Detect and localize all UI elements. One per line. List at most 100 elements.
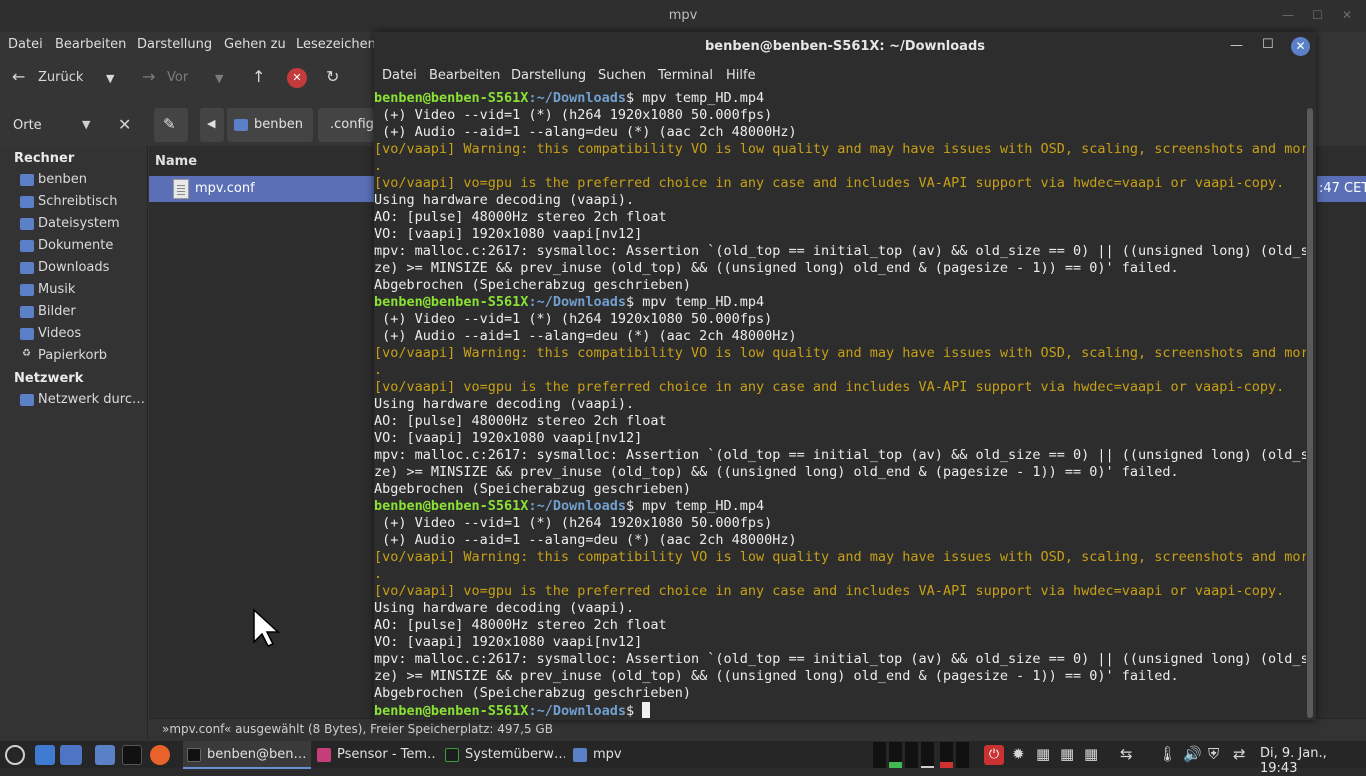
fm-menu-bearbeiten[interactable]: Bearbeiten bbox=[55, 37, 126, 52]
term-menu-suchen[interactable]: Suchen bbox=[598, 68, 646, 83]
system-monitor-icon bbox=[445, 748, 459, 762]
term-menu-terminal[interactable]: Terminal bbox=[658, 68, 713, 83]
back-arrow-icon[interactable]: ← bbox=[12, 67, 25, 86]
shield-icon[interactable]: ⛨ bbox=[1208, 745, 1219, 763]
maximize-icon[interactable]: ☐ bbox=[1262, 37, 1274, 52]
screenshot-icon[interactable] bbox=[35, 745, 55, 765]
forward-history-dropdown-icon[interactable]: ▼ bbox=[215, 72, 223, 85]
terminal-scrollbar[interactable] bbox=[1307, 108, 1313, 718]
sidebar-item-papierkorb[interactable]: ♻ Papierkorb bbox=[20, 346, 146, 366]
show-desktop-icon[interactable] bbox=[60, 745, 82, 765]
close-sidebar-icon[interactable]: ✕ bbox=[118, 115, 131, 134]
sidebar-header-network: Netzwerk bbox=[14, 371, 84, 386]
terminal-output-line: Using hardware decoding (vaapi). bbox=[374, 396, 635, 412]
sidebar-item-schreibtisch[interactable]: Schreibtisch bbox=[20, 192, 146, 212]
display-switch-icon[interactable]: ⇆ bbox=[1120, 745, 1133, 763]
terminal-output-line: AO: [pulse] 48000Hz stereo 2ch float bbox=[374, 209, 667, 225]
workspace-3[interactable] bbox=[905, 742, 918, 768]
sidebar-item-network-browse[interactable]: Netzwerk durc… bbox=[20, 390, 146, 410]
home-folder-icon bbox=[234, 119, 248, 131]
fm-menu-gehen-zu[interactable]: Gehen zu bbox=[224, 37, 286, 52]
volume-icon[interactable]: 🔊 bbox=[1183, 745, 1202, 763]
term-menu-bearbeiten[interactable]: Bearbeiten bbox=[429, 68, 500, 83]
sidebar-item-label: Dateisystem bbox=[38, 216, 120, 231]
terminal-output-line: (+) Video --vid=1 (*) (h264 1920x1080 50… bbox=[374, 107, 773, 123]
desktop-folder-icon bbox=[20, 196, 34, 208]
fm-menu-darstellung[interactable]: Darstellung bbox=[137, 37, 212, 52]
terminal-output[interactable]: benben@benben-S561X:~/Downloads$ mpv tem… bbox=[374, 88, 1306, 720]
cpu-monitor-icon[interactable]: ▦ bbox=[1036, 745, 1050, 763]
reload-icon[interactable]: ↻ bbox=[326, 67, 339, 86]
terminal-output-line: Using hardware decoding (vaapi). bbox=[374, 600, 635, 616]
task-system-monitor[interactable]: Systemüberw… bbox=[441, 741, 567, 769]
term-menu-datei[interactable]: Datei bbox=[382, 68, 417, 83]
workspace-4[interactable] bbox=[921, 742, 934, 768]
workspace-1[interactable] bbox=[873, 742, 886, 768]
places-dropdown-icon[interactable]: ▼ bbox=[82, 118, 90, 131]
back-history-dropdown-icon[interactable]: ▼ bbox=[106, 72, 114, 85]
menu-icon[interactable] bbox=[5, 745, 25, 765]
power-icon[interactable]: ⏻ bbox=[984, 745, 1004, 765]
network-monitor-icon[interactable]: ▦ bbox=[1084, 745, 1098, 763]
trash-icon: ♻ bbox=[22, 348, 31, 359]
back-button[interactable]: Zurück bbox=[38, 70, 83, 85]
task-label: Psensor - Tem… bbox=[337, 747, 437, 762]
sidebar-item-musik[interactable]: Musik bbox=[20, 280, 146, 300]
firefox-icon[interactable] bbox=[150, 745, 170, 765]
sidebar-item-videos[interactable]: Videos bbox=[20, 324, 146, 344]
file-row-selected[interactable]: mpv.conf bbox=[149, 176, 375, 202]
fm-minimize-icon[interactable]: — bbox=[1282, 8, 1294, 22]
terminal-output-line: ze) >= MINSIZE && prev_inuse (old_top) &… bbox=[374, 464, 1179, 480]
memory-monitor-icon[interactable]: ▦ bbox=[1060, 745, 1074, 763]
temperature-icon[interactable]: 🌡 bbox=[1158, 745, 1177, 763]
terminal-warning-line: [vo/vaapi] vo=gpu is the preferred choic… bbox=[374, 583, 1285, 599]
sidebar-item-benben[interactable]: benben bbox=[20, 170, 146, 190]
fm-close-icon[interactable]: ✕ bbox=[1342, 8, 1352, 22]
sidebar-item-dokumente[interactable]: Dokumente bbox=[20, 236, 146, 256]
column-header-name[interactable]: Name bbox=[155, 154, 197, 169]
task-mpv-folder[interactable]: mpv bbox=[569, 741, 649, 769]
sidebar-item-label: Bilder bbox=[38, 304, 76, 319]
sidebar-item-downloads[interactable]: Downloads bbox=[20, 258, 146, 278]
prompt-command: $ mpv temp_HD.mp4 bbox=[625, 498, 765, 514]
workspace-2[interactable] bbox=[889, 742, 902, 768]
terminal-warning-line: [vo/vaapi] Warning: this compatibility V… bbox=[374, 345, 1306, 361]
pathbar-config-button[interactable]: .config bbox=[318, 108, 374, 142]
path-scroll-left-button[interactable]: ◀ bbox=[200, 108, 224, 142]
fm-maximize-icon[interactable]: ☐ bbox=[1312, 8, 1323, 22]
terminal-warning-line: [vo/vaapi] Warning: this compatibility V… bbox=[374, 141, 1306, 157]
task-terminal[interactable]: benben@ben… bbox=[183, 741, 311, 769]
workspace-5[interactable] bbox=[940, 742, 953, 768]
terminal-launcher-icon[interactable] bbox=[122, 745, 142, 765]
minimize-icon[interactable]: — bbox=[1230, 38, 1243, 53]
term-menu-darstellung[interactable]: Darstellung bbox=[511, 68, 586, 83]
up-arrow-icon[interactable]: ↑ bbox=[252, 67, 265, 86]
close-icon[interactable]: ✕ bbox=[1291, 37, 1310, 56]
clock[interactable]: Di, 9. Jan., 19:43 bbox=[1260, 746, 1366, 776]
file-row-selected-right[interactable]: :47 CET bbox=[1317, 176, 1366, 202]
fm-menu-datei[interactable]: Datei bbox=[8, 37, 43, 52]
sidebar-item-label: Downloads bbox=[38, 260, 110, 275]
task-psensor[interactable]: Psensor - Tem… bbox=[313, 741, 439, 769]
fm-menu-lesezeichen[interactable]: Lesezeichen bbox=[296, 37, 376, 52]
edit-path-button[interactable]: ✎ bbox=[154, 108, 188, 142]
terminal-titlebar[interactable]: benben@benben-S561X: ~/Downloads — ☐ ✕ bbox=[374, 32, 1316, 62]
prompt-user: benben@benben-S561X bbox=[374, 294, 529, 310]
brightness-icon[interactable]: ✹ bbox=[1012, 745, 1025, 763]
stop-icon[interactable]: ✕ bbox=[287, 68, 307, 88]
downloads-folder-icon bbox=[20, 262, 34, 274]
home-folder-icon bbox=[20, 174, 34, 186]
files-launcher-icon[interactable] bbox=[95, 745, 115, 765]
network-icon[interactable]: ⇄ bbox=[1233, 745, 1246, 763]
sidebar-item-dateisystem[interactable]: Dateisystem bbox=[20, 214, 146, 234]
fm-titlebar: mpv — ☐ ✕ bbox=[0, 0, 1366, 32]
workspace-6[interactable] bbox=[956, 742, 969, 768]
sidebar-item-label: Netzwerk durc… bbox=[38, 392, 145, 407]
places-label: Orte bbox=[13, 118, 42, 133]
sidebar-item-bilder[interactable]: Bilder bbox=[20, 302, 146, 322]
task-label: Systemüberw… bbox=[465, 747, 565, 762]
forward-button[interactable]: Vor bbox=[167, 70, 188, 85]
term-menu-hilfe[interactable]: Hilfe bbox=[726, 68, 756, 83]
pathbar-home-button[interactable]: benben bbox=[227, 108, 313, 142]
forward-arrow-icon[interactable]: → bbox=[142, 67, 155, 86]
